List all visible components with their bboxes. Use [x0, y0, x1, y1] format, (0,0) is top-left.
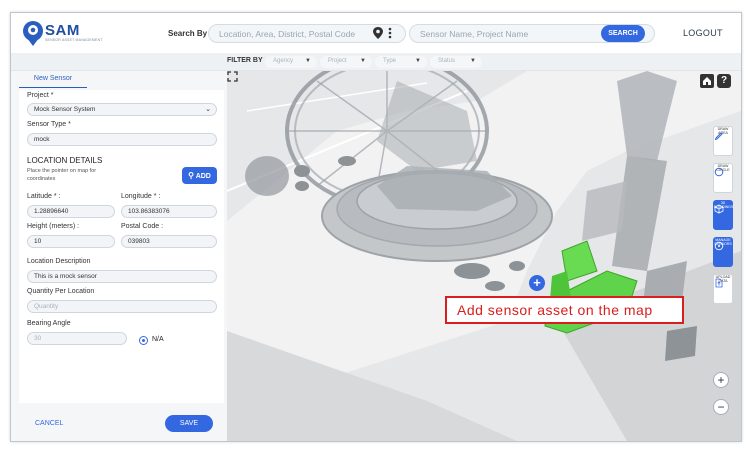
- manage-sensors-button[interactable]: MANAGE SENSORS: [713, 237, 733, 267]
- latitude-label: Latitude * :: [27, 193, 61, 200]
- pencil-icon: [714, 132, 723, 140]
- zoom-in-button[interactable]: +: [713, 372, 729, 388]
- fullscreen-icon[interactable]: [227, 71, 238, 82]
- draw-area-button[interactable]: DRAW AREA: [713, 126, 733, 156]
- status-filter[interactable]: Status ▼: [430, 56, 482, 68]
- logo-icon: [23, 21, 43, 46]
- description-label: Location Description: [27, 258, 91, 265]
- logo-subtitle: SENSOR ASSET MANAGEMENT: [45, 38, 103, 42]
- cube-icon: [714, 204, 724, 214]
- longitude-field[interactable]: 103.86383076: [121, 205, 217, 218]
- sensor-type-field[interactable]: mock: [27, 133, 217, 146]
- postal-code-label: Postal Code :: [121, 223, 164, 230]
- new-sensor-panel: New Sensor Project * Mock Sensor System …: [11, 71, 227, 441]
- height-field[interactable]: 10: [27, 235, 115, 248]
- filter-by-label: FILTER BY: [227, 57, 263, 64]
- cancel-button[interactable]: CANCEL: [35, 420, 63, 427]
- logout-link[interactable]: LOGOUT: [683, 28, 723, 38]
- zoom-out-button[interactable]: −: [713, 399, 729, 415]
- type-filter[interactable]: Type ▼: [375, 56, 427, 68]
- quantity-field[interactable]: Quantity: [27, 300, 217, 313]
- sensor-placement-marker[interactable]: +: [529, 275, 545, 291]
- caret-down-icon: ▼: [360, 58, 366, 64]
- quantity-label: Quantity Per Location: [27, 288, 95, 295]
- project-label: Project *: [27, 92, 54, 99]
- sensor-form: Project * Mock Sensor System ⌄ Sensor Ty…: [19, 90, 224, 403]
- caret-down-icon: ▼: [470, 58, 476, 64]
- location-hint: Place the pointer on map for coordinates: [27, 168, 97, 182]
- na-label: N/A: [152, 336, 164, 343]
- location-details-heading: LOCATION DETAILS: [27, 156, 103, 165]
- latitude-field[interactable]: 1.28896640: [27, 205, 115, 218]
- project-filter[interactable]: Project ▼: [320, 56, 372, 68]
- 3d-buildings-button[interactable]: 3D BUILDINGS: [713, 200, 733, 230]
- caret-down-icon: ▼: [415, 58, 421, 64]
- help-icon[interactable]: ?: [717, 74, 731, 88]
- search-button[interactable]: SEARCH: [601, 25, 645, 42]
- map-3d-scene: [227, 71, 741, 441]
- tab-new-sensor[interactable]: New Sensor: [19, 75, 87, 88]
- location-pin-icon[interactable]: [373, 27, 383, 39]
- annotation-callout: Add sensor asset on the map: [445, 296, 684, 324]
- circle-icon: [714, 167, 724, 177]
- map-view[interactable]: ? DRAW AREA DRAW CIRCLE 3D BUILDINGS MAN…: [227, 71, 741, 441]
- bearing-angle-label: Bearing Angle: [27, 320, 71, 327]
- logo-text: SAM: [45, 22, 80, 39]
- na-radio[interactable]: [139, 336, 148, 345]
- description-field[interactable]: This is a mock sensor: [27, 270, 217, 283]
- filter-bar: FILTER BY Agency ▼ Project ▼ Type ▼ Status ▼: [11, 53, 741, 71]
- bearing-angle-field[interactable]: 30: [27, 332, 127, 345]
- upload-data-button[interactable]: UPLOAD DATA: [713, 274, 733, 304]
- save-button[interactable]: SAVE: [165, 415, 213, 432]
- sensor-icon: [714, 241, 724, 251]
- top-header: SAM SENSOR ASSET MANAGEMENT Search By Lo…: [11, 13, 741, 53]
- upload-icon: [715, 278, 723, 288]
- app-window: SAM SENSOR ASSET MANAGEMENT Search By Lo…: [10, 12, 742, 442]
- draw-circle-button[interactable]: DRAW CIRCLE: [713, 163, 733, 193]
- height-label: Height (meters) :: [27, 223, 80, 230]
- pin-icon: ⚲: [188, 171, 194, 180]
- caret-down-icon: ▼: [305, 58, 311, 64]
- more-options-icon[interactable]: [388, 27, 392, 39]
- chevron-down-icon: ⌄: [205, 106, 211, 113]
- project-select[interactable]: Mock Sensor System ⌄: [27, 103, 217, 116]
- longitude-label: Longitude * :: [121, 193, 161, 200]
- sensor-type-label: Sensor Type *: [27, 121, 71, 128]
- postal-code-field[interactable]: 039803: [121, 235, 217, 248]
- home-icon[interactable]: [700, 74, 714, 88]
- search-by-label: Search By: [168, 29, 208, 38]
- agency-filter[interactable]: Agency ▼: [265, 56, 317, 68]
- add-location-button[interactable]: ⚲ ADD: [182, 167, 217, 184]
